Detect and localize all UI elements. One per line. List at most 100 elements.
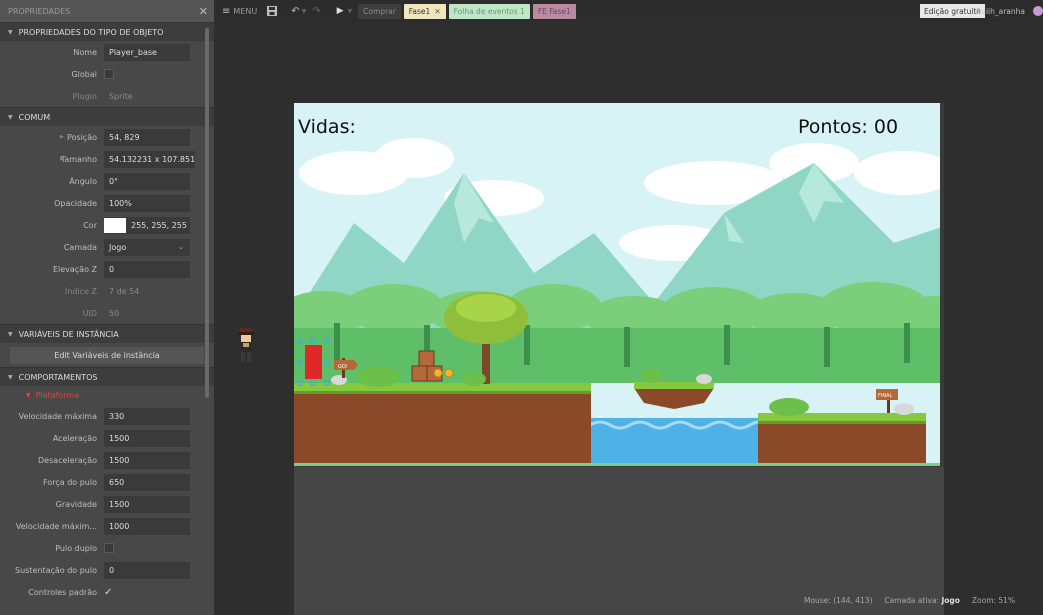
z-elevation-field[interactable]: 0 <box>104 260 190 278</box>
layer-select[interactable]: Jogo ⌄ <box>104 238 190 256</box>
collapse-triangle-icon: ▼ <box>8 373 13 381</box>
properties-panel: PROPRIEDADES ✕ ▼ PROPRIEDADES DO TIPO DE… <box>0 0 214 615</box>
prop-row-size: ▶ Tamanho 54.132231 x 107.851 <box>0 148 214 170</box>
default-controls-checkbox[interactable]: ✓ <box>104 587 112 598</box>
sign-go-text: GO! <box>338 364 348 370</box>
prop-row-default-controls: Controles padrão ✓ <box>0 581 214 603</box>
prop-row-position: ▶ Posição 54, 829 <box>0 126 214 148</box>
undo-button[interactable]: ↶ ▼ <box>291 6 306 17</box>
redo-button[interactable]: ↷ <box>312 6 320 17</box>
opacity-field[interactable]: 100% <box>104 194 190 212</box>
construct-editor: PROPRIEDADES ✕ ▼ PROPRIEDADES DO TIPO DE… <box>0 0 1043 615</box>
expand-arrow-icon[interactable]: ▶ <box>60 156 64 162</box>
menu-button[interactable]: ≡ MENU <box>222 6 257 17</box>
prop-label: Pulo duplo <box>55 543 97 553</box>
tab-fe-fase1[interactable]: FE Fase1 <box>532 3 576 19</box>
prop-label: Força do pulo <box>43 477 97 487</box>
prop-row-uid: UID 50 <box>0 302 214 324</box>
canvas-margin-left <box>214 103 294 615</box>
max-fall-speed-field[interactable]: 1000 <box>104 517 190 535</box>
edit-instance-variables-button[interactable]: Edit Variáveis de instância <box>10 346 204 364</box>
prop-row-angle: Ângulo 0° <box>0 170 214 192</box>
prop-row-jump-strength: Força do pulo 650 <box>0 471 214 493</box>
behavior-platform-header[interactable]: ▼ Plataforma <box>0 386 214 405</box>
jump-strength-field[interactable]: 650 <box>104 473 190 491</box>
prop-label: Velocidade máxima <box>18 411 97 421</box>
section-instance-variables[interactable]: ▼ VARIÁVEIS DE INSTÂNCIA <box>0 324 214 343</box>
size-field[interactable]: 54.132231 x 107.851 <box>104 150 195 168</box>
section-label: PROPRIEDADES DO TIPO DE OBJETO <box>18 27 164 37</box>
prop-label: Gravidade <box>55 499 97 509</box>
layout-area-below <box>294 467 944 615</box>
acceleration-field[interactable]: 1500 <box>104 429 190 447</box>
tab-event-sheet-1[interactable]: Folha de eventos 1 <box>448 3 530 19</box>
active-layer-label: Camada ativa: <box>884 596 940 605</box>
prop-label: Camada <box>63 242 97 252</box>
name-field[interactable]: Player_base <box>104 43 190 61</box>
max-speed-field[interactable]: 330 <box>104 407 190 425</box>
section-label: COMPORTAMENTOS <box>18 372 98 382</box>
layer-select-value: Jogo <box>109 242 127 252</box>
prop-label: Aceleração <box>52 433 97 443</box>
avatar[interactable] <box>1033 6 1043 16</box>
prop-row-max-fall-speed: Velocidade máxim... 1000 <box>0 515 214 537</box>
plugin-value: Sprite <box>109 91 133 101</box>
lives-label: Vidas: <box>298 116 356 138</box>
username-label: Guiih_aranha <box>975 6 1025 16</box>
double-jump-checkbox[interactable] <box>104 543 114 553</box>
global-checkbox[interactable] <box>104 69 114 79</box>
points-label: Pontos: 00 <box>798 116 899 138</box>
z-index-value: 7 de 54 <box>109 286 140 296</box>
section-behaviors[interactable]: ▼ COMPORTAMENTOS <box>0 367 214 386</box>
panel-scrollbar[interactable] <box>205 28 209 398</box>
canvas-margin-top <box>214 22 944 103</box>
play-icon: ▶ <box>336 6 344 16</box>
jump-sustain-field[interactable]: 0 <box>104 561 190 579</box>
prop-label: Tamanho <box>60 154 97 164</box>
redo-icon: ↷ <box>312 5 321 17</box>
prop-label: Nome <box>73 47 97 57</box>
prop-label: Desaceleração <box>37 455 97 465</box>
zoom-level: Zoom: 51% <box>971 596 1016 605</box>
mouse-coordinates: Mouse: (144, 413) <box>804 596 873 605</box>
undo-dropdown-icon: ▼ <box>301 7 307 15</box>
section-common[interactable]: ▼ COMUM <box>0 107 214 126</box>
prop-label: Posição <box>66 132 97 142</box>
deceleration-field[interactable]: 1500 <box>104 451 190 469</box>
preview-button[interactable]: ▶ ▼ <box>337 6 353 16</box>
prop-row-jump-sustain: Sustentação do pulo 0 <box>0 559 214 581</box>
angle-field[interactable]: 0° <box>104 172 190 190</box>
position-field[interactable]: 54, 829 <box>104 128 190 146</box>
section-object-type[interactable]: ▼ PROPRIEDADES DO TIPO DE OBJETO <box>0 22 214 41</box>
collapse-triangle-icon: ▼ <box>8 113 13 121</box>
panel-title: PROPRIEDADES <box>8 6 71 16</box>
prop-row-z-elevation: Elevação Z 0 <box>0 258 214 280</box>
player-sprite[interactable] <box>238 328 254 364</box>
close-tab-icon[interactable]: ✕ <box>434 7 440 16</box>
prop-label: Índice Z <box>64 286 97 296</box>
ground-right <box>758 413 926 466</box>
prop-label: Plugin <box>72 91 98 101</box>
expand-arrow-icon[interactable]: ▶ <box>60 134 64 140</box>
collapse-triangle-icon: ▼ <box>26 392 31 399</box>
close-icon[interactable]: ✕ <box>199 5 208 18</box>
tab-fase1[interactable]: Fase1 ✕ <box>403 3 446 19</box>
gravity-field[interactable]: 1500 <box>104 495 190 513</box>
save-button[interactable] <box>267 6 278 16</box>
properties-panel-header: PROPRIEDADES ✕ <box>0 0 214 22</box>
username[interactable]: Guiih_aranha <box>975 0 1031 22</box>
undo-icon: ↶ <box>291 5 300 17</box>
section-label: VARIÁVEIS DE INSTÂNCIA <box>18 329 119 339</box>
status-bar: Mouse: (144, 413) Camada ativa: Jogo Zoo… <box>804 596 1015 605</box>
prop-row-acceleration: Aceleração 1500 <box>0 427 214 449</box>
prop-row-opacity: Opacidade 100% <box>0 192 214 214</box>
buy-button[interactable]: Comprar <box>358 3 401 19</box>
prop-label: Controles padrão <box>28 587 97 597</box>
layout-view[interactable]: GO! FINAL Vidas: Pontos: 00 Mouse: (144,… <box>214 22 1043 615</box>
prop-label: Opacidade <box>54 198 97 208</box>
prop-label: Sustentação do pulo <box>14 565 97 575</box>
color-swatch[interactable] <box>104 217 126 233</box>
chevron-down-icon: ⌄ <box>178 243 184 251</box>
color-field[interactable]: 255, 255, 255 <box>104 216 190 234</box>
game-scene[interactable]: GO! FINAL <box>294 103 940 466</box>
